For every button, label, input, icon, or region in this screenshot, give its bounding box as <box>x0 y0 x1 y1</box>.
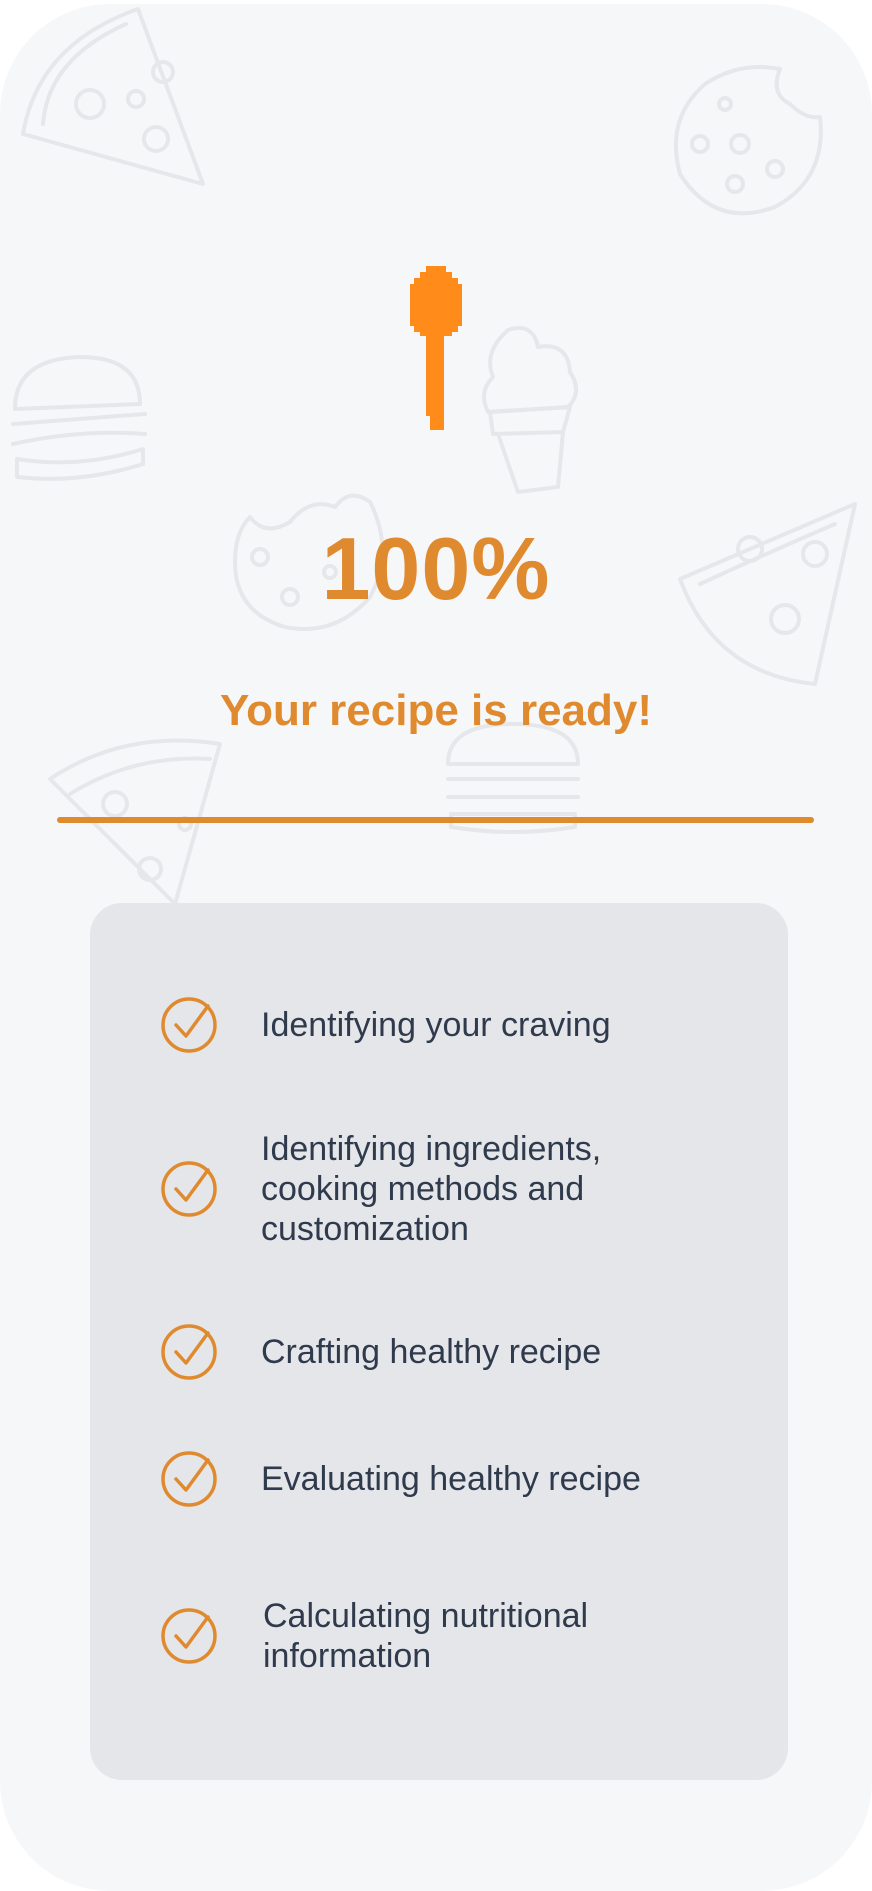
progress-bar <box>57 817 814 823</box>
step-label: Identifying ingredients, cooking methods… <box>261 1130 602 1248</box>
step-item: Crafting healthy recipe <box>90 1322 788 1382</box>
progress-percent: 100% <box>321 519 551 618</box>
step-label: Identifying your craving <box>261 1006 611 1044</box>
cookie-icon <box>673 64 823 216</box>
progress-bar-fill <box>57 817 814 823</box>
check-circle-icon <box>161 1161 217 1217</box>
step-item: Identifying ingredients, cooking methods… <box>90 1129 788 1249</box>
pizza-icon <box>48 738 222 906</box>
step-label: Evaluating healthy recipe <box>261 1460 641 1498</box>
step-item: Calculating nutritional information <box>90 1591 788 1681</box>
status-title: Your recipe is ready! <box>219 686 653 735</box>
check-circle-icon <box>161 1324 217 1380</box>
burger-icon <box>11 355 147 481</box>
step-label: Crafting healthy recipe <box>261 1333 602 1371</box>
check-circle-icon <box>161 997 217 1053</box>
check-circle-icon <box>161 1608 217 1664</box>
pizza-icon <box>21 7 205 186</box>
ice-cream-icon <box>482 326 578 494</box>
check-circle-icon <box>161 1451 217 1507</box>
spoon-icon <box>410 266 462 430</box>
steps-card: Identifying your craving Identifying ing… <box>90 903 788 1780</box>
step-label: Calculating nutritional information <box>263 1597 589 1675</box>
phone-screen: 100% Your recipe is ready! Identifying y… <box>0 4 872 1891</box>
step-item: Evaluating healthy recipe <box>90 1449 788 1509</box>
step-item: Identifying your craving <box>90 995 788 1055</box>
